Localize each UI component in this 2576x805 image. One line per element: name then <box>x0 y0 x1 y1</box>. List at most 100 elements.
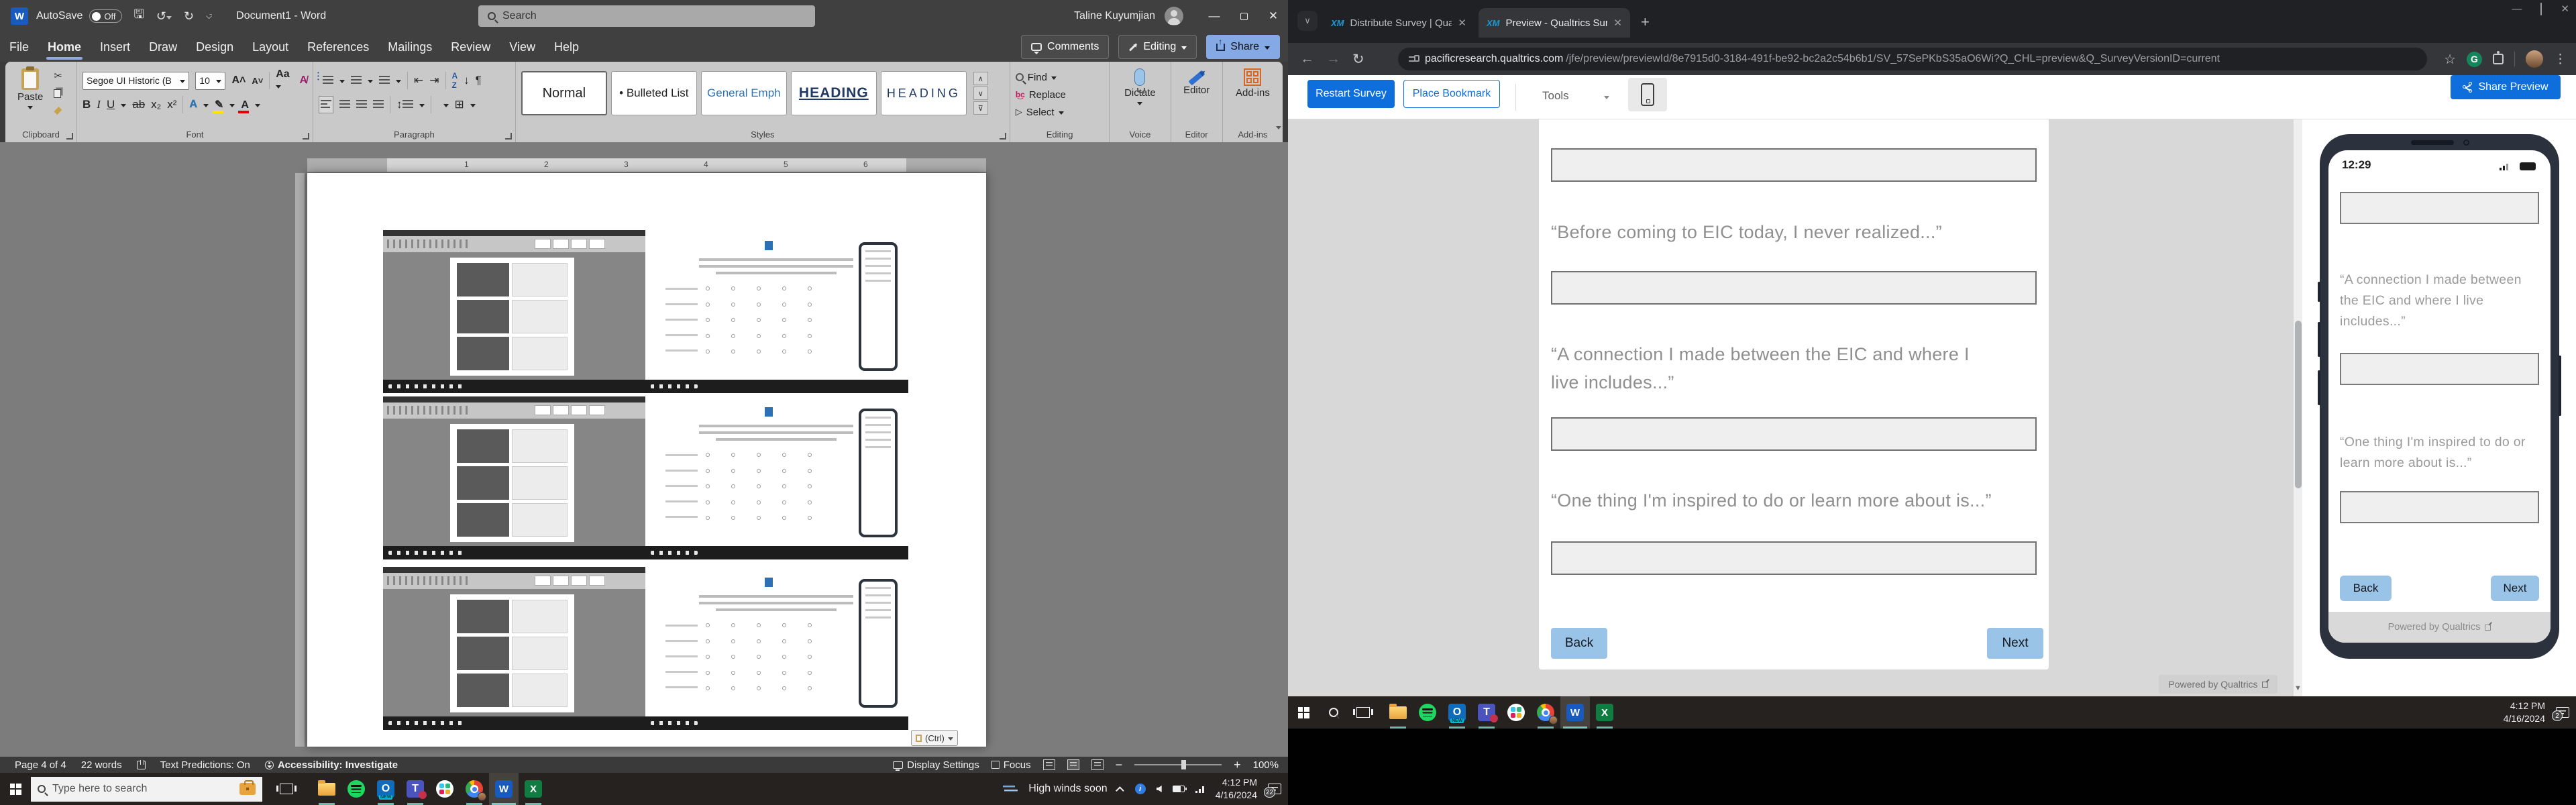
zoom-slider-thumb[interactable] <box>1181 760 1186 769</box>
document-page[interactable]: (Ctrl) <box>307 173 986 747</box>
sort-button[interactable]: AZ <box>452 71 458 90</box>
survey-next-button[interactable]: Next <box>1987 628 2043 659</box>
vertical-ruler[interactable] <box>295 173 305 747</box>
shrink-font-button[interactable]: A˅ <box>252 76 263 86</box>
phone-back-button[interactable]: Back <box>2340 576 2392 601</box>
tab-insert[interactable]: Insert <box>91 32 140 62</box>
display-settings-button[interactable]: Display Settings <box>893 759 979 771</box>
restart-survey-button[interactable]: Restart Survey <box>1307 80 1395 108</box>
volume-icon[interactable] <box>1157 786 1162 792</box>
underline-chevron-icon[interactable] <box>121 104 126 110</box>
user-avatar[interactable] <box>1165 7 1183 25</box>
taskbar-icon-teams[interactable]: T <box>400 773 430 805</box>
tab-references[interactable]: References <box>298 32 378 62</box>
styles-dialog-launcher[interactable] <box>1000 133 1006 140</box>
close-button[interactable]: ✕ <box>1258 0 1288 32</box>
borders-button[interactable]: ⊞ <box>455 98 464 111</box>
tray-info-icon[interactable]: i <box>1135 784 1146 794</box>
redo-button[interactable]: ↻ <box>184 9 194 23</box>
font-name-select[interactable]: Segoe UI Historic (B <box>83 72 189 90</box>
italic-button[interactable]: I <box>97 98 101 111</box>
phone-text-input-2[interactable] <box>2340 353 2539 385</box>
increase-indent-button[interactable]: ⇥ <box>429 74 439 87</box>
focus-button[interactable]: Focus <box>991 759 1031 771</box>
taskbar-clock[interactable]: 4:12 PM 4/16/2024 <box>1216 776 1257 802</box>
phone-text-input-1[interactable] <box>2340 192 2539 224</box>
accessibility-status[interactable]: Accessibility: Investigate <box>265 759 398 771</box>
styles-scroll-down[interactable]: ∨ <box>973 87 988 100</box>
quick-access-chevron-icon[interactable]: ⌵̄ <box>206 11 212 21</box>
show-paragraph-marks-button[interactable]: ¶ <box>476 74 482 87</box>
style-heading2[interactable]: HEADING <box>881 71 967 115</box>
justify-button[interactable] <box>373 98 384 111</box>
line-spacing-button[interactable]: ↕ <box>396 98 413 111</box>
underline-button[interactable]: U <box>107 98 115 111</box>
format-painter-button[interactable] <box>54 103 62 118</box>
scrollbar-down-arrow[interactable]: ▼ <box>2294 684 2302 695</box>
highlight-button[interactable]: ✎ <box>215 98 223 111</box>
chrome-restore-button[interactable] <box>2540 3 2542 15</box>
font-size-select[interactable]: 10 <box>195 72 225 90</box>
taskbar-icon-teams[interactable]: T <box>1472 696 1501 729</box>
share-button[interactable]: Share <box>1206 35 1280 59</box>
change-case-button[interactable]: Aa <box>276 68 293 93</box>
numbering-button[interactable] <box>351 74 362 87</box>
battery-icon[interactable] <box>1173 786 1185 792</box>
phone-powered-by-qualtrics[interactable]: Powered by Qualtrics <box>2328 612 2551 643</box>
web-layout-button[interactable] <box>1091 759 1104 770</box>
grammarly-extension-icon[interactable]: G <box>2467 52 2482 67</box>
tools-chevron-icon[interactable] <box>1604 96 1609 102</box>
weather-text[interactable]: High winds soon <box>1028 783 1107 795</box>
decrease-indent-button[interactable]: ⇤ <box>414 74 423 87</box>
paste-options-button[interactable]: (Ctrl) <box>911 730 958 746</box>
comments-button[interactable]: Comments <box>1021 35 1109 59</box>
taskbar-icon-excel[interactable]: X <box>1590 696 1619 729</box>
back-button[interactable]: ← <box>1300 51 1314 67</box>
clipboard-dialog-launcher[interactable] <box>66 133 73 140</box>
forward-button[interactable]: → <box>1326 51 1340 67</box>
chrome-minimize-button[interactable]: — <box>2512 3 2522 15</box>
site-info-icon[interactable] <box>1409 55 1418 63</box>
chrome-menu-kebab-icon[interactable]: ⋮ <box>2554 52 2567 67</box>
save-button[interactable]: 🖫 <box>134 6 144 26</box>
phone-next-button[interactable]: Next <box>2491 576 2539 601</box>
editor-button[interactable]: Editor <box>1177 67 1217 96</box>
new-tab-button[interactable]: + <box>1641 15 1650 30</box>
style-general-emph[interactable]: General Emph <box>701 71 787 115</box>
align-right-button[interactable] <box>356 98 367 111</box>
font-dialog-launcher[interactable] <box>303 133 309 140</box>
strikethrough-button[interactable]: ab <box>132 98 145 111</box>
paragraph-dialog-launcher[interactable] <box>505 133 512 140</box>
taskbar-search-button[interactable] <box>1319 696 1348 729</box>
page-scrollbar[interactable]: ▼ <box>2294 119 2302 696</box>
styles-more[interactable]: ⊽ <box>973 101 988 115</box>
word-count[interactable]: 22 words <box>81 759 122 771</box>
editing-mode-button[interactable]: Editing <box>1118 35 1197 59</box>
notification-center-icon[interactable]: 2 <box>2556 707 2569 718</box>
superscript-button[interactable]: x² <box>167 98 176 111</box>
style-normal[interactable]: Normal <box>521 71 607 115</box>
print-layout-button[interactable] <box>1067 759 1079 770</box>
bold-button[interactable]: B <box>83 98 91 111</box>
zoom-in-button[interactable]: + <box>1234 758 1241 772</box>
style-bulleted-list[interactable]: • Bulleted List <box>611 71 697 115</box>
page-indicator[interactable]: Page 4 of 4 <box>15 759 66 771</box>
notification-center-icon[interactable]: 22 <box>1268 784 1281 794</box>
start-button[interactable] <box>1288 696 1319 729</box>
grow-font-button[interactable]: A˄ <box>231 74 246 87</box>
paste-button[interactable]: Paste <box>11 67 50 118</box>
taskbar-icon-outlook[interactable]: ONEW <box>371 773 400 805</box>
start-button[interactable] <box>0 773 31 805</box>
taskbar-icon-spotify[interactable] <box>1413 696 1442 729</box>
taskbar-icon-chrome[interactable] <box>460 773 489 805</box>
chrome-close-button[interactable]: ✕ <box>2561 3 2569 15</box>
minimize-button[interactable]: — <box>1199 0 1229 32</box>
chrome-profile-button[interactable] <box>2526 50 2543 68</box>
clear-formatting-button[interactable]: A̸ <box>299 74 307 87</box>
tab-close-icon[interactable]: ✕ <box>1458 17 1466 29</box>
replace-button[interactable]: b͜cReplace <box>1016 86 1104 103</box>
align-center-button[interactable] <box>339 98 350 111</box>
extension-icon[interactable] <box>2493 54 2504 64</box>
multilevel-list-button[interactable] <box>379 74 390 87</box>
search-highlights-icon[interactable] <box>239 783 256 795</box>
